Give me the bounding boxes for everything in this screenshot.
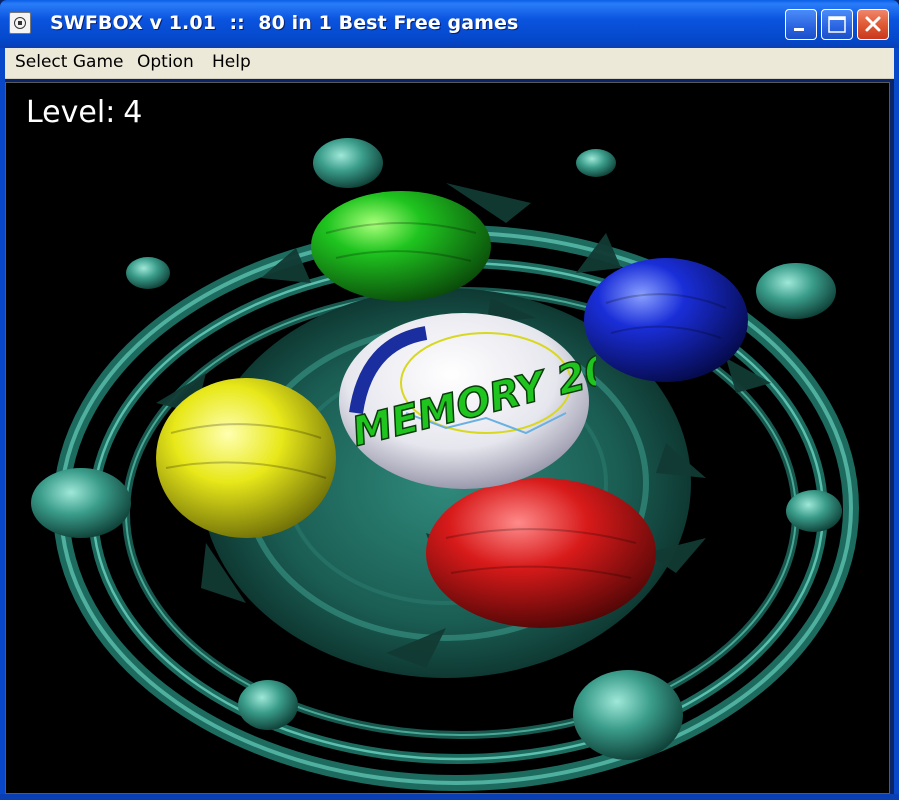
game-canvas[interactable]: MEMORY 2000 Level: 4 (5, 82, 890, 794)
level-value: 4 (123, 95, 143, 130)
maximize-icon (828, 16, 846, 33)
title-bar[interactable]: SWFBOX v 1.01 :: 80 in 1 Best Free games (0, 0, 899, 48)
level-indicator: Level: 4 (26, 95, 150, 130)
menu-select-game[interactable]: Select Game (15, 52, 123, 72)
menu-bar: Select Game Option Help (5, 48, 894, 79)
logo-text-layer: MEMORY 2000 (347, 338, 596, 448)
window-title: SWFBOX v 1.01 :: 80 in 1 Best Free games (50, 12, 519, 34)
close-button[interactable] (857, 9, 889, 40)
window-border-bottom (0, 794, 899, 800)
minimize-icon (794, 28, 804, 31)
blue-egg[interactable] (584, 258, 748, 382)
app-icon[interactable] (9, 12, 31, 34)
menu-help[interactable]: Help (212, 52, 251, 72)
maximize-button[interactable] (821, 9, 853, 40)
logo-title: MEMORY 2000 (348, 338, 596, 448)
yellow-egg[interactable] (156, 378, 336, 538)
menu-option[interactable]: Option (137, 52, 194, 72)
green-egg[interactable] (311, 191, 491, 301)
red-egg[interactable] (426, 478, 656, 628)
window-border-right (894, 48, 899, 800)
minimize-button[interactable] (785, 9, 817, 40)
app-window: SWFBOX v 1.01 :: 80 in 1 Best Free games… (0, 0, 899, 800)
level-label: Level: (26, 95, 116, 130)
close-icon (865, 16, 881, 32)
